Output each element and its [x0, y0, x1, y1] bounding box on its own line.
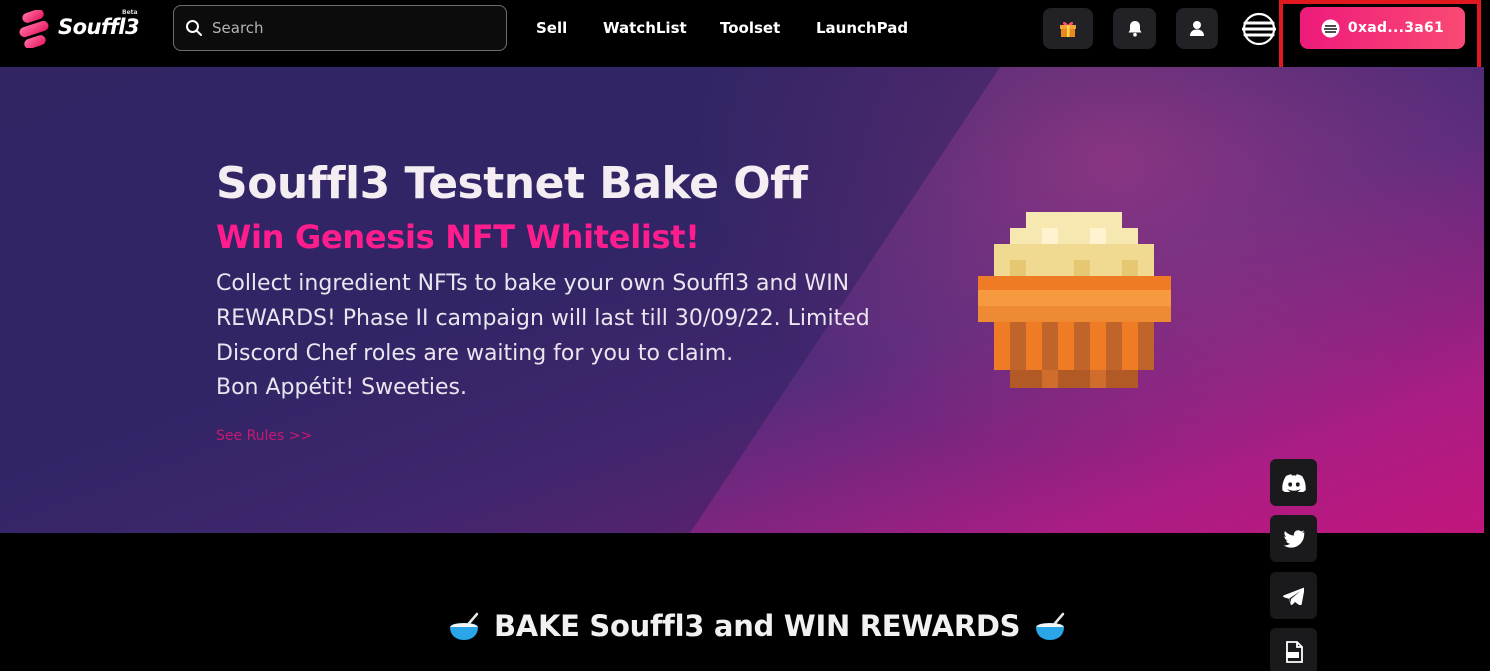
- search-input[interactable]: [212, 16, 492, 40]
- gift-button[interactable]: [1043, 8, 1093, 49]
- twitter-button[interactable]: [1270, 515, 1317, 562]
- nav-link-launchpad[interactable]: LaunchPad: [816, 19, 908, 37]
- gift-icon: [1060, 21, 1076, 37]
- top-navbar: Souffl3 Beta Sell WatchList Toolset Laun…: [0, 0, 1490, 71]
- notifications-button[interactable]: [1113, 8, 1156, 49]
- hero-banner: Souffl3 Testnet Bake Off Win Genesis NFT…: [0, 67, 1484, 533]
- profile-button[interactable]: [1176, 8, 1218, 49]
- page-scrollbar[interactable]: [1484, 67, 1490, 533]
- hero-description: Collect ingredient NFTs to bake your own…: [216, 271, 870, 366]
- hero-sign-off: Bon Appétit! Sweeties.: [216, 375, 467, 400]
- menu-icon: [1242, 12, 1276, 45]
- brand-name: Souffl3: [58, 15, 140, 39]
- see-rules-link[interactable]: See Rules >>: [216, 428, 312, 444]
- aptos-coin-icon: [1321, 19, 1340, 37]
- telegram-icon: [1283, 587, 1304, 605]
- nav-link-sell[interactable]: Sell: [536, 19, 567, 37]
- twitter-icon: [1283, 529, 1304, 548]
- telegram-button[interactable]: [1270, 572, 1317, 619]
- mixing-bowl-icon: [450, 612, 479, 640]
- section-title: BAKE Souffl3 and WIN REWARDS: [494, 609, 1021, 643]
- docs-button[interactable]: [1270, 628, 1317, 671]
- discord-button[interactable]: [1270, 459, 1317, 506]
- pixel-cupcake-illustration: [978, 212, 1171, 388]
- section-heading: BAKE Souffl3 and WIN REWARDS: [448, 606, 1066, 646]
- wallet-button[interactable]: 0xad...3a61: [1300, 7, 1465, 49]
- menu-button[interactable]: [1234, 8, 1284, 49]
- discord-icon: [1281, 473, 1306, 492]
- search-box[interactable]: [173, 5, 507, 51]
- brand-logo[interactable]: Souffl3 Beta: [16, 9, 141, 51]
- beta-tag: Beta: [122, 9, 138, 16]
- nav-link-toolset[interactable]: Toolset: [720, 19, 780, 37]
- nav-link-watchlist[interactable]: WatchList: [603, 19, 687, 37]
- wallet-address: 0xad...3a61: [1347, 20, 1445, 36]
- hero-subtitle: Win Genesis NFT Whitelist!: [216, 218, 700, 256]
- mixing-bowl-icon: [1036, 612, 1065, 640]
- user-icon: [1190, 21, 1204, 36]
- hero-title: Souffl3 Testnet Bake Off: [216, 158, 808, 209]
- search-icon: [186, 20, 202, 36]
- bell-icon: [1128, 21, 1141, 37]
- docs-icon: [1285, 640, 1303, 663]
- souffl3-logo-icon: [19, 10, 49, 48]
